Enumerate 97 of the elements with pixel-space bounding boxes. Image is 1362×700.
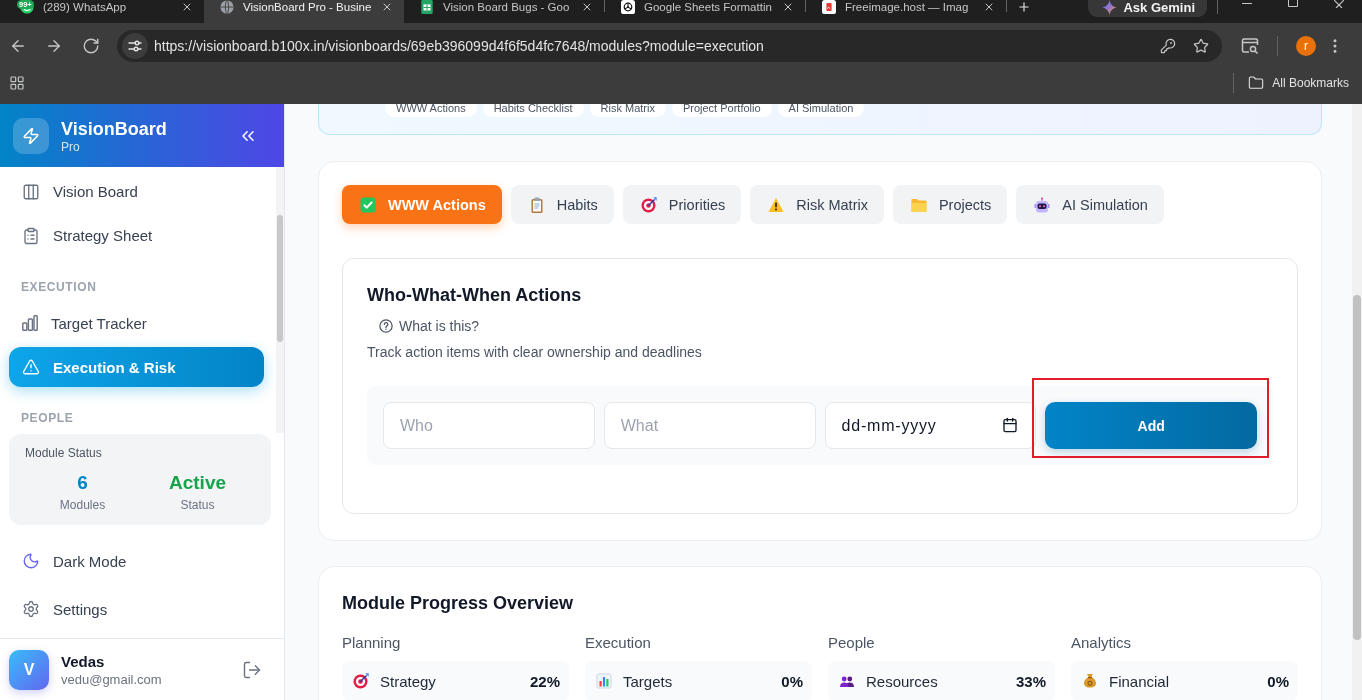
bar-chart-icon <box>596 673 612 689</box>
bar-chart-icon <box>22 315 38 332</box>
target-icon <box>353 673 369 689</box>
assistant-button[interactable]: Ask Gemini <box>1088 0 1207 17</box>
item-label: Financial <box>1109 672 1171 690</box>
star-icon[interactable] <box>1193 38 1209 54</box>
help-icon <box>379 319 393 333</box>
nav-item[interactable]: Dark Mode <box>9 541 272 581</box>
tab-search-icon[interactable] <box>1241 37 1259 55</box>
wheel-icon <box>621 0 635 14</box>
warning-icon <box>22 358 40 377</box>
brand-name: VisionBoard <box>61 117 167 140</box>
logout-icon[interactable] <box>242 659 262 680</box>
folder-icon <box>1248 75 1265 91</box>
section-heading: PEOPLE <box>21 410 75 427</box>
stat-value: Active <box>169 472 226 494</box>
bookmarks-folder[interactable]: All Bookmarks <box>1248 75 1349 91</box>
item-percent: 0% <box>1267 672 1289 690</box>
plus-icon[interactable] <box>1017 0 1031 14</box>
forward-arrow-icon[interactable] <box>45 37 63 55</box>
close-icon[interactable] <box>1334 0 1344 8</box>
moon-icon <box>22 552 40 570</box>
module-tab[interactable]: Risk Matrix <box>750 185 884 224</box>
module-chip: WWW Actions <box>385 104 477 117</box>
scrollbar-thumb[interactable] <box>277 215 283 342</box>
bolt-icon <box>13 117 49 154</box>
site-settings-icon[interactable] <box>122 33 148 59</box>
group-heading: Analytics <box>1071 633 1133 653</box>
user-avatar: V <box>9 649 49 690</box>
check-box-icon <box>360 196 376 213</box>
help-link[interactable]: What is this? <box>379 316 480 336</box>
target-icon <box>640 196 657 213</box>
folder-icon <box>910 196 927 213</box>
apps-grid-icon[interactable] <box>9 75 25 91</box>
input-field[interactable]: What <box>603 402 816 449</box>
stat-value: 6 <box>77 472 88 494</box>
item-percent: 22% <box>529 672 560 690</box>
maximize-icon[interactable] <box>1288 0 1298 7</box>
key-icon[interactable] <box>1160 38 1176 54</box>
item-label: Targets <box>623 672 674 690</box>
calendar-icon[interactable] <box>1002 417 1019 433</box>
nav-item[interactable]: Vision Board <box>9 172 264 212</box>
nav-item[interactable]: Settings <box>9 589 272 629</box>
module-tab[interactable]: Habits <box>510 185 614 224</box>
module-chip: AI Simulation <box>777 104 865 117</box>
columns-icon <box>22 182 40 201</box>
group-heading: People <box>828 633 876 653</box>
stat-label: Modules <box>59 498 106 512</box>
globe-icon <box>220 0 234 14</box>
stat-label: Status <box>180 498 215 512</box>
scrollbar-thumb[interactable] <box>1353 295 1361 640</box>
browser-tab[interactable]: VisionBoard Pro - Busine <box>204 0 404 23</box>
date-field[interactable]: dd-mm-yyyy <box>824 402 1037 449</box>
close-icon[interactable] <box>181 1 193 13</box>
group-heading: Planning <box>342 633 402 653</box>
settings-icon <box>22 600 40 618</box>
browser-tab[interactable]: Google Sheets Formattin <box>605 0 805 23</box>
brand-subtitle: Pro <box>61 139 80 154</box>
item-percent: 33% <box>1015 672 1046 690</box>
close-icon[interactable] <box>983 1 995 13</box>
browser-tab[interactable]: Vision Board Bugs - Goo <box>404 0 604 23</box>
close-icon[interactable] <box>782 1 794 13</box>
module-chip: Risk Matrix <box>589 104 666 117</box>
nav-item[interactable]: Target Tracker <box>9 303 264 344</box>
reload-icon[interactable] <box>82 37 100 55</box>
panel-title: Who-What-When Actions <box>367 284 583 307</box>
image-icon <box>822 0 836 14</box>
module-chip: Project Portfolio <box>671 104 772 117</box>
robot-icon <box>1034 196 1051 213</box>
user-name: Vedas <box>61 651 105 671</box>
item-percent: 0% <box>781 672 803 690</box>
item-label: Strategy <box>380 672 437 690</box>
clipboard-icon <box>22 226 40 245</box>
sparkle-icon <box>1102 0 1118 15</box>
section-heading: EXECUTION <box>21 278 98 296</box>
add-button[interactable]: Add <box>1045 402 1257 449</box>
group-heading: Execution <box>585 633 652 653</box>
close-icon[interactable] <box>381 1 393 13</box>
spreadsheet-icon <box>420 0 434 14</box>
module-chip: Habits Checklist <box>482 104 584 117</box>
browser-tab[interactable]: Freeimage.host — Imag <box>806 0 1006 23</box>
module-tab[interactable]: Priorities <box>622 185 742 224</box>
address-bar[interactable]: https://visionboard.b100x.in/visionboards/69eb396099d4f6f5d4fc7648/modules?module=execution <box>117 30 1222 62</box>
warning-icon <box>768 196 785 213</box>
nav-item[interactable]: Strategy Sheet <box>9 215 264 256</box>
minimize-icon[interactable] <box>1242 0 1252 4</box>
user-email: vedu@gmail.com <box>61 670 162 688</box>
input-field[interactable]: Who <box>383 402 595 449</box>
card-title: Module Status <box>25 446 103 460</box>
section-title: Module Progress Overview <box>342 592 575 614</box>
module-tab[interactable]: AI Simulation <box>1016 185 1164 224</box>
item-label: Resources <box>866 672 939 690</box>
panel-description: Track action items with clear ownership and deadlines <box>367 343 703 362</box>
module-tab[interactable]: Projects <box>892 185 1008 224</box>
clipboard-icon <box>528 196 545 213</box>
close-icon[interactable] <box>581 1 593 13</box>
money-bag-icon <box>1082 673 1098 689</box>
